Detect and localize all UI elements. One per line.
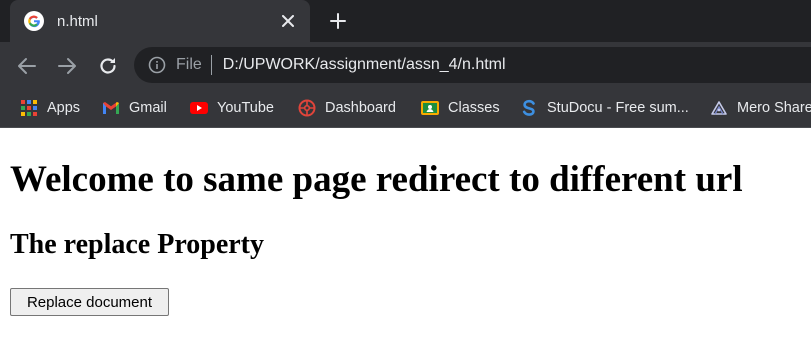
classes-icon — [421, 101, 439, 115]
bookmark-apps[interactable]: Apps — [20, 96, 80, 120]
url-scheme-label: File — [176, 56, 202, 73]
browser-toolbar: File D:/UPWORK/assignment/assn_4/n.html — [0, 42, 811, 89]
browser-tab[interactable]: n.html — [10, 0, 310, 42]
dashboard-icon — [298, 99, 316, 117]
tab-title: n.html — [57, 12, 98, 30]
bookmark-label: YouTube — [217, 100, 274, 116]
youtube-icon — [190, 102, 208, 114]
apps-grid-icon — [21, 100, 37, 116]
bookmark-dashboard[interactable]: Dashboard — [298, 96, 396, 120]
plus-icon[interactable] — [326, 9, 350, 33]
bookmarks-bar: Apps Gmail YouTube Dashboard Classes Stu… — [0, 89, 811, 128]
close-icon[interactable] — [276, 9, 300, 33]
bookmark-gmail[interactable]: Gmail — [102, 96, 167, 120]
reload-icon[interactable] — [95, 53, 121, 79]
bookmark-studocu[interactable]: StuDocu - Free sum... — [520, 96, 689, 120]
url-separator — [210, 55, 212, 75]
page-subheading: The replace Property — [10, 229, 265, 260]
page-heading: Welcome to same page redirect to differe… — [10, 159, 743, 200]
info-icon[interactable] — [148, 56, 166, 74]
bookmark-label: StuDocu - Free sum... — [547, 100, 689, 116]
bookmark-classes[interactable]: Classes — [421, 96, 500, 120]
bookmark-label: Apps — [47, 100, 81, 116]
bookmark-youtube[interactable]: YouTube — [190, 96, 274, 120]
forward-arrow-icon[interactable] — [54, 53, 80, 79]
bookmark-label: Classes — [448, 100, 500, 116]
url-text[interactable]: D:/UPWORK/assignment/assn_4/n.html — [223, 56, 506, 74]
mero-share-icon — [711, 101, 727, 115]
gmail-icon — [103, 102, 119, 114]
bookmark-mero-share[interactable]: Mero Share — [710, 96, 811, 120]
replace-document-button[interactable]: Replace document — [10, 288, 169, 316]
studocu-icon — [522, 99, 535, 116]
google-g-icon — [24, 11, 44, 31]
bookmark-label: Mero Share — [737, 100, 811, 116]
bookmark-label: Dashboard — [325, 100, 396, 116]
bookmark-label: Gmail — [129, 100, 167, 116]
page-content: Welcome to same page redirect to differe… — [0, 128, 811, 358]
back-arrow-icon[interactable] — [14, 53, 40, 79]
tab-strip: n.html — [0, 0, 811, 42]
address-bar[interactable]: File D:/UPWORK/assignment/assn_4/n.html — [134, 47, 811, 83]
